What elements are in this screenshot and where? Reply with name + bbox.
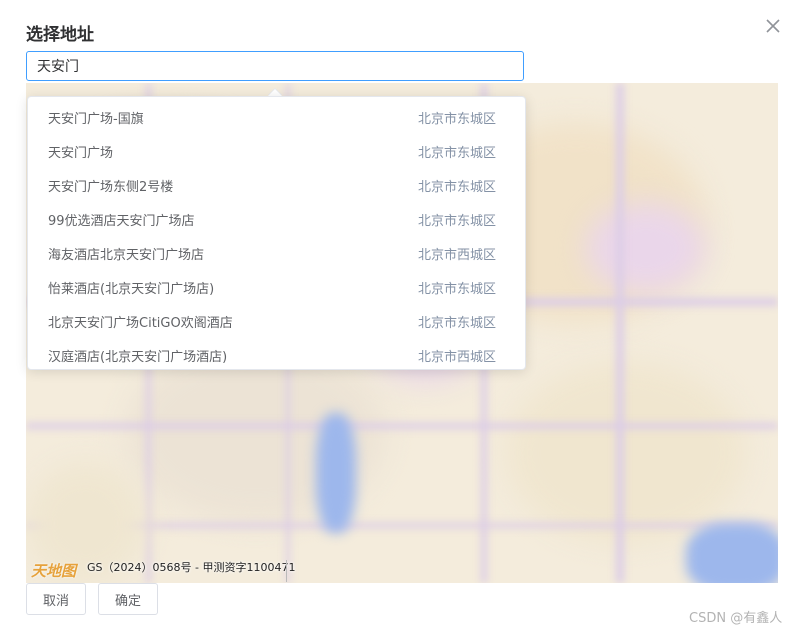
close-icon[interactable] — [762, 15, 784, 37]
suggestion-name: 天安门广场 — [48, 146, 114, 161]
suggestion-name: 海友酒店北京天安门广场店 — [48, 248, 205, 263]
suggestion-name: 天安门广场东侧2号楼 — [48, 180, 174, 195]
suggestion-district: 北京市西城区 — [418, 350, 497, 365]
confirm-button[interactable]: 确定 — [98, 583, 158, 615]
suggestion-item[interactable]: 天安门广场 北京市东城区 — [28, 137, 525, 171]
suggestion-item[interactable]: 北京天安门广场CitiGO欢阁酒店 北京市东城区 — [28, 307, 525, 341]
csdn-watermark: CSDN @有鑫人 — [689, 611, 783, 626]
suggestion-district: 北京市东城区 — [418, 282, 497, 297]
suggestion-name: 天安门广场-国旗 — [48, 112, 144, 127]
suggestion-district: 北京市东城区 — [418, 214, 497, 229]
suggestion-dropdown: 天安门广场-国旗 北京市东城区 天安门广场 北京市东城区 天安门广场东侧2号楼 … — [27, 96, 526, 370]
address-search-input[interactable] — [26, 51, 524, 81]
cancel-button[interactable]: 取消 — [26, 583, 86, 615]
suggestion-item[interactable]: 汉庭酒店(北京天安门广场酒店) 北京市西城区 — [28, 341, 525, 369]
dropdown-arrow — [268, 89, 282, 96]
address-dialog: 选择地址 天地图 GS（2024）0568号 - 甲测资字1100471 天安门… — [0, 0, 801, 632]
dialog-title: 选择地址 — [26, 25, 94, 45]
suggestion-name: 汉庭酒店(北京天安门广场酒店) — [48, 350, 228, 365]
suggestion-item[interactable]: 天安门广场东侧2号楼 北京市东城区 — [28, 171, 525, 205]
suggestion-district: 北京市东城区 — [418, 316, 497, 331]
map-divider — [286, 560, 287, 582]
suggestion-item[interactable]: 海友酒店北京天安门广场店 北京市西城区 — [28, 239, 525, 273]
suggestion-item[interactable]: 天安门广场-国旗 北京市东城区 — [28, 103, 525, 137]
suggestion-item[interactable]: 99优选酒店天安门广场店 北京市东城区 — [28, 205, 525, 239]
suggestion-district: 北京市东城区 — [418, 146, 497, 161]
suggestion-district: 北京市西城区 — [418, 248, 497, 263]
suggestion-district: 北京市东城区 — [418, 112, 497, 127]
suggestion-name: 北京天安门广场CitiGO欢阁酒店 — [48, 316, 233, 331]
map-copyright: GS（2024）0568号 - 甲测资字1100471 — [87, 561, 296, 574]
suggestion-item[interactable]: 怡莱酒店(北京天安门广场店) 北京市东城区 — [28, 273, 525, 307]
suggestion-name: 99优选酒店天安门广场店 — [48, 214, 195, 229]
tianditu-logo: 天地图 — [31, 562, 77, 580]
suggestion-district: 北京市东城区 — [418, 180, 497, 195]
suggestion-name: 怡莱酒店(北京天安门广场店) — [48, 282, 215, 297]
